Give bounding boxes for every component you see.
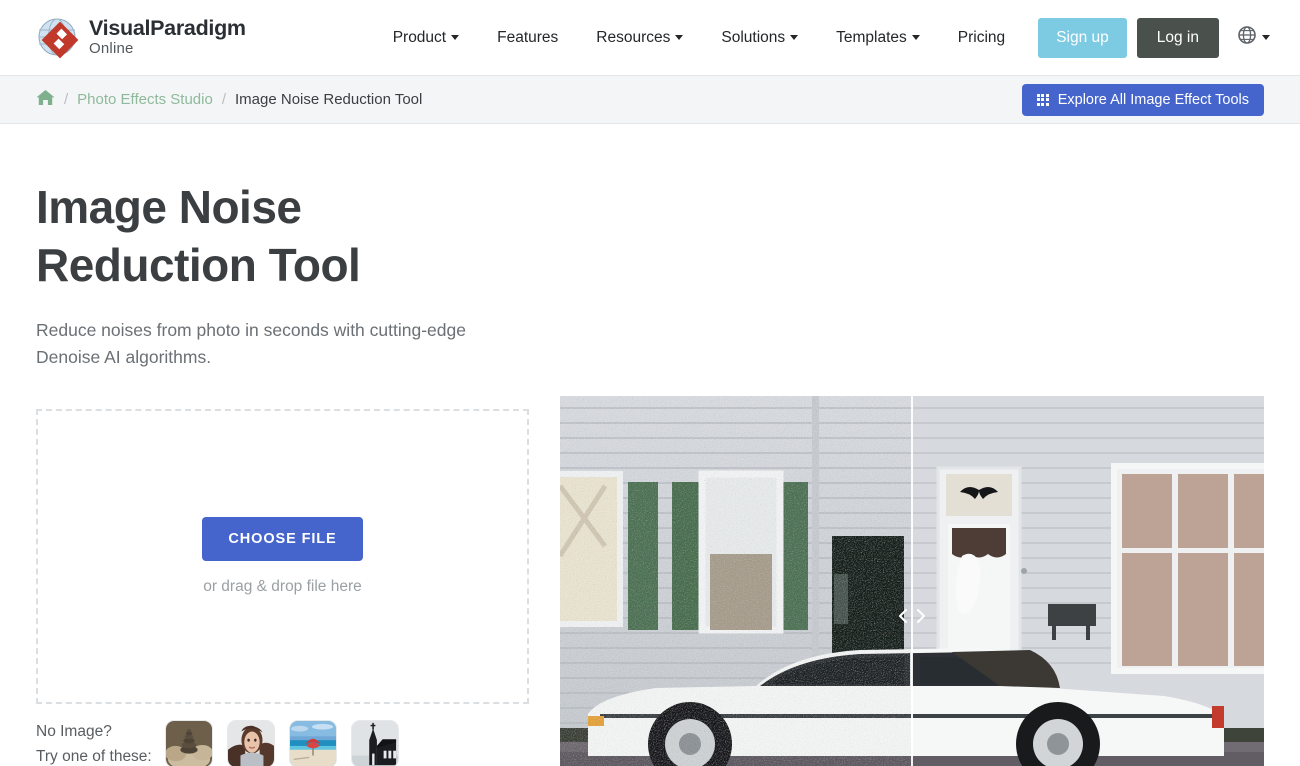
sample-thumb-portrait[interactable] [226,719,275,766]
nav-links: Product Features Resources Solutions Tem… [374,17,1270,58]
globe-icon [1237,25,1257,50]
breadcrumb-bar: / Photo Effects Studio / Image Noise Red… [0,76,1300,124]
chevron-down-icon [451,35,460,40]
nav-features-label: Features [497,28,559,46]
chevron-down-icon [675,35,684,40]
breadcrumb: / Photo Effects Studio / Image Noise Red… [36,89,422,110]
brand-sub: Online [89,40,134,58]
sample-thumb-stacked-stones[interactable] [164,719,213,766]
nav-resources[interactable]: Resources [577,18,702,58]
comparison-slider-handle[interactable] [898,608,926,628]
explore-all-image-effect-tools-button[interactable]: Explore All Image Effect Tools [1021,83,1264,116]
log-in-button[interactable]: Log in [1136,17,1219,58]
nav-solutions[interactable]: Solutions [702,18,817,58]
home-icon[interactable] [36,89,55,110]
nav-pricing-label: Pricing [957,28,1006,46]
main-content: Image Noise Reduction Tool Reduce noises… [0,124,1300,766]
nav-product-label: Product [392,28,447,46]
right-panel: Before Denoised Preview Full Image [560,124,1264,766]
sample-prompt: No Image? Try one of these: [36,719,152,766]
sign-up-button[interactable]: Sign up [1038,17,1127,58]
nav-resources-label: Resources [596,28,671,46]
brand-logo[interactable]: VisualParadigm Online [36,16,246,60]
sample-thumbnails [164,719,413,766]
breadcrumb-separator-2: / [221,91,226,108]
breadcrumb-separator-1: / [64,91,69,108]
explore-button-label: Explore All Image Effect Tools [1057,91,1249,108]
sample-thumb-black-church[interactable] [350,719,399,766]
page-subtitle: Reduce noises from photo in seconds with… [36,319,466,368]
after-image [912,396,1264,766]
breadcrumb-current: Image Noise Reduction Tool [235,91,423,108]
chevron-down-icon [911,35,920,40]
file-dropzone[interactable]: CHOOSE FILE or drag & drop file here [36,408,529,704]
nav-solutions-label: Solutions [721,28,786,46]
nav-templates-label: Templates [836,28,907,46]
after-image-clip [912,396,1264,766]
sample-thumb-beach-parasol[interactable] [288,719,337,766]
left-panel: Image Noise Reduction Tool Reduce noises… [36,124,529,766]
breadcrumb-parent-link[interactable]: Photo Effects Studio [77,91,213,108]
before-after-comparison[interactable]: Before Denoised [560,396,1264,766]
top-navigation-bar: VisualParadigm Online Product Features R… [0,0,1300,76]
language-selector[interactable] [1237,25,1270,50]
nav-templates[interactable]: Templates [817,18,939,58]
page-title: Image Noise Reduction Tool [36,181,361,292]
chevron-down-icon [1262,35,1270,40]
chevron-down-icon [790,35,799,40]
nav-product[interactable]: Product [374,18,478,58]
globe-diamond-logo-icon [36,16,80,60]
nav-pricing[interactable]: Pricing [939,18,1024,58]
left-right-arrows-icon [898,608,926,628]
grid-icon [1036,93,1049,106]
nav-features[interactable]: Features [478,18,577,58]
choose-file-button[interactable]: CHOOSE FILE [202,516,363,561]
brand-name: VisualParadigm [89,16,246,41]
sample-prompt-line2: Try one of these: [36,747,152,765]
sample-prompt-line1: No Image? [36,722,112,740]
sample-images-section: No Image? Try one of these: [36,719,529,766]
comparison-divider [911,396,913,766]
drag-drop-hint: or drag & drop file here [203,577,362,595]
